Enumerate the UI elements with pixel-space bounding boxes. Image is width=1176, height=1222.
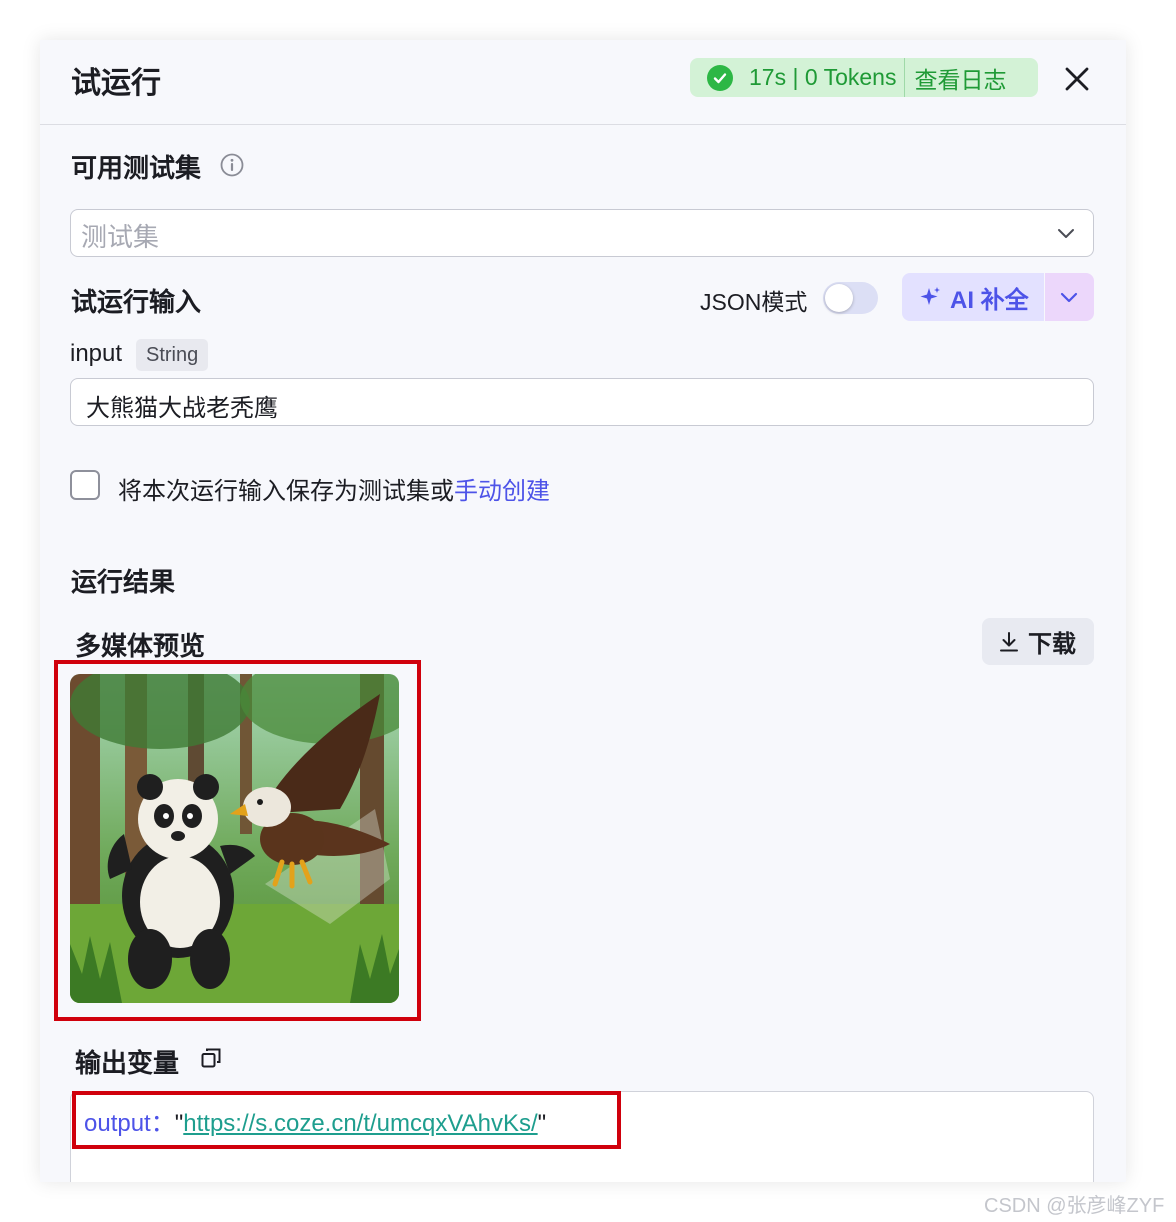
save-as-testset-checkbox[interactable] — [70, 470, 100, 500]
input-type-badge: String — [136, 339, 209, 371]
chevron-down-icon — [1058, 229, 1074, 238]
output-highlight-box — [72, 1091, 621, 1149]
input-field-value: 大熊猫大战老秃鹰 — [86, 395, 278, 422]
download-button[interactable]: 下载 — [982, 618, 1094, 665]
media-preview-label: 多媒体预览 — [75, 631, 206, 661]
success-check-icon — [707, 64, 733, 91]
ai-complete-label: AI 补全 — [950, 286, 1029, 314]
json-mode-label: JSON模式 — [700, 289, 808, 315]
test-run-panel: 试运行 17s | 0 Tokens 查看日志 可用测试集 测试集 试运行输入 … — [40, 40, 1126, 1182]
sparkle-icon — [920, 287, 940, 305]
run-status-pill: 17s | 0 Tokens 查看日志 — [690, 58, 1038, 97]
save-as-testset-label: 将本次运行输入保存为测试集或手动创建 — [118, 471, 550, 506]
ai-complete-button[interactable]: AI 补全 — [902, 273, 1044, 321]
download-label: 下载 — [1028, 631, 1076, 658]
download-icon — [1000, 631, 1018, 651]
testset-select[interactable]: 测试集 — [70, 209, 1094, 257]
media-highlight-box — [54, 660, 421, 1021]
run-result-label: 运行结果 — [71, 567, 176, 597]
input-field-name: input — [70, 340, 123, 367]
watermark: CSDN @张彦峰ZYF — [984, 1195, 1165, 1217]
output-variables-label: 输出变量 — [75, 1048, 180, 1078]
toggle-knob — [825, 284, 853, 312]
close-button[interactable] — [1062, 64, 1092, 94]
copy-icon[interactable] — [201, 1048, 221, 1068]
save-as-testset-text: 将本次运行输入保存为测试集或 — [118, 478, 454, 505]
panel-title: 试运行 — [71, 67, 161, 100]
chevron-down-icon — [1060, 292, 1078, 303]
testset-label: 可用测试集 — [71, 153, 202, 183]
panel-header: 试运行 17s | 0 Tokens 查看日志 — [40, 40, 1126, 125]
view-log-link[interactable]: 查看日志 — [914, 61, 1006, 95]
testset-placeholder: 测试集 — [81, 222, 160, 252]
ai-complete-dropdown[interactable] — [1045, 273, 1094, 321]
manual-create-link[interactable]: 手动创建 — [454, 478, 550, 505]
input-field[interactable]: 大熊猫大战老秃鹰 — [70, 378, 1094, 426]
close-icon — [1065, 67, 1089, 91]
status-divider — [904, 58, 906, 97]
info-icon[interactable] — [220, 153, 244, 177]
json-mode-toggle[interactable] — [823, 282, 878, 314]
run-stats: 17s | 0 Tokens — [749, 64, 897, 90]
run-input-label: 试运行输入 — [71, 287, 202, 317]
